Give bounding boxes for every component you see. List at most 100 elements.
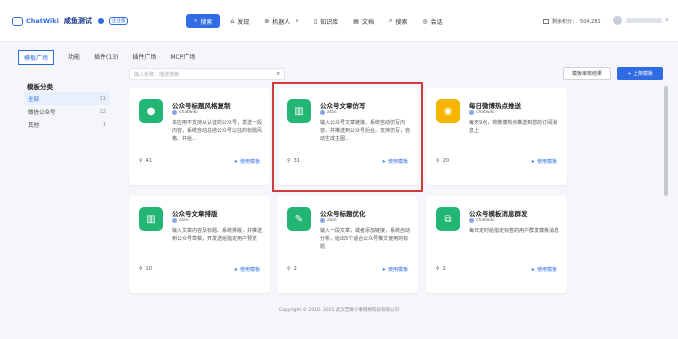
document-icon: ▤ <box>353 17 359 25</box>
nav-library[interactable]: ▯ 知识库 <box>309 14 343 28</box>
card-usage: ⚲ 10 <box>139 266 152 272</box>
tab-plugin-square[interactable]: 插件广场 <box>132 50 156 65</box>
card-author: chatwiki <box>469 218 495 223</box>
card-usage: ⚲ 41 <box>139 158 152 164</box>
account-name-blurred[interactable] <box>626 18 662 23</box>
network-icon: ⧉ <box>436 207 460 231</box>
category-count: 1 <box>102 121 106 128</box>
search-icon[interactable]: ⌕ <box>277 70 280 78</box>
points-balance: 剩余积分： 504,281 <box>543 18 601 25</box>
card-description: 每日定时给指定标签的用户群发模板消息 <box>469 228 560 234</box>
tab-functions[interactable]: 功能 <box>68 50 80 65</box>
clipboard-icon: ✎ <box>287 207 311 231</box>
category-label: 全部 <box>28 96 40 103</box>
edition-badge: 企业版 <box>108 17 129 25</box>
card-title: 公众号标题优化 <box>320 210 366 218</box>
template-card[interactable]: ✎ 公众号标题优化 alan 输入一段文章，或者添加链接，系统自动分析，给出5个… <box>277 196 418 293</box>
nav-label: 发现 <box>237 18 250 26</box>
book-icon: ▥ <box>139 207 163 231</box>
search-input[interactable]: 输入名称、描述搜索 ⌕ <box>129 68 285 80</box>
use-template-button[interactable]: ➤ 使用模板 <box>233 158 260 166</box>
chat-icon: ◎ <box>422 17 428 25</box>
use-template-button[interactable]: ➤ 使用模板 <box>531 266 557 274</box>
card-title: 每日微博热点推送 <box>469 102 521 110</box>
tab-plugins[interactable]: 插件(13) <box>94 50 118 65</box>
wallet-icon <box>543 19 549 24</box>
card-title: 公众号标题风格复制 <box>172 102 231 110</box>
nav-chat[interactable]: ◎ 会话 <box>417 14 447 28</box>
template-card[interactable]: ⧉ 公众号模板消息群发 chatwiki 每日定时给指定标签的用户群发模板消息 … <box>426 196 567 293</box>
card-usage: ⚲ 2 <box>436 266 446 272</box>
chatwiki-logo-icon <box>12 16 23 26</box>
use-template-button[interactable]: ➤ 使用模板 <box>234 266 260 274</box>
nav-label: 搜索 <box>395 18 408 26</box>
tab-template-square[interactable]: 模板广场 <box>18 50 55 65</box>
send-icon: ➤ <box>381 266 386 273</box>
points-label: 剩余积分： <box>552 19 578 25</box>
category-other[interactable]: 其他 1 <box>24 118 110 131</box>
usage-count: 10 <box>145 266 153 272</box>
template-card[interactable]: ◉ 每日微博热点推送 chatwiki 每天9点，将微博热点推送到您的订阅消息上… <box>426 88 567 185</box>
usage-count: 2 <box>293 266 297 272</box>
card-description: 本应用不支持从认证的公众号，发送一段内容，系统自动总结公众号以往的标题风格、并给… <box>172 120 263 142</box>
card-usage: ⚲ 20 <box>436 158 449 164</box>
review-result-button[interactable]: 模板审核结果 <box>563 67 611 80</box>
author-avatar-icon <box>172 110 177 115</box>
use-template-label: 使用模板 <box>239 267 260 273</box>
upload-template-button[interactable]: + 上架模板 <box>617 67 663 80</box>
category-all[interactable]: 全部 11 <box>24 92 110 105</box>
search-icon: ⌕ <box>388 17 393 24</box>
use-template-button[interactable]: ➤ 使用模板 <box>381 266 408 274</box>
users-icon: ⚲ <box>139 266 143 272</box>
chat-bubble-icon: ● <box>139 99 163 123</box>
send-icon: ➤ <box>233 158 238 165</box>
library-icon: ▯ <box>313 17 318 25</box>
category-list: 全部 11 微信公众号 12 其他 1 <box>24 92 110 131</box>
users-icon: ⚲ <box>436 266 440 272</box>
nav-search-2[interactable]: ⌕ 搜索 <box>384 14 412 28</box>
avatar[interactable] <box>613 16 622 25</box>
users-icon: ⚲ <box>287 266 291 272</box>
usage-count: 41 <box>145 158 153 164</box>
nav-robot[interactable]: ⊚ 机器人 ∨ <box>259 14 304 28</box>
use-template-label: 使用模板 <box>536 267 557 273</box>
usage-count: 20 <box>442 158 450 164</box>
discover-icon: ⌂ <box>230 17 235 25</box>
template-card[interactable]: ▥ 公众号文章排版 alan 输入文章内容及标题、系统排版，并推送到公众号草稿，… <box>129 196 270 293</box>
send-icon: ➤ <box>530 158 535 165</box>
author-name: chatwiki <box>179 110 198 115</box>
tab-bar: 模板广场 功能 插件(13) 插件广场 MCP广场 <box>18 50 195 65</box>
card-usage: ⚲ 2 <box>287 266 297 272</box>
nav-search[interactable]: ⌕ 搜索 <box>186 14 221 28</box>
scrollbar[interactable] <box>664 86 668 196</box>
settings-icon[interactable] <box>97 18 104 24</box>
nav-label: 会话 <box>430 18 443 26</box>
nav-discover[interactable]: ⌂ 发现 <box>225 14 254 28</box>
card-author: chatwiki <box>469 110 495 115</box>
top-bar: ChatWiki 咸鱼测试 企业版 ⌕ 搜索 ⌂ 发现 ⊚ 机器人 ∨ ▯ 知识… <box>0 0 678 42</box>
use-template-button[interactable]: ➤ 使用模板 <box>530 158 557 166</box>
brand-name: ChatWiki <box>26 17 59 25</box>
use-template-label: 使用模板 <box>536 159 557 165</box>
usage-count: 2 <box>442 266 446 272</box>
nav-label: 机器人 <box>272 18 291 26</box>
nav-label: 文档 <box>361 18 374 26</box>
chevron-down-icon: ∨ <box>295 18 299 24</box>
selection-highlight <box>272 82 423 192</box>
use-template-label: 使用模板 <box>239 159 260 165</box>
tab-mcp-square[interactable]: MCP广场 <box>170 50 195 65</box>
users-icon: ⚲ <box>436 158 440 164</box>
template-card[interactable]: ● 公众号标题风格复制 chatwiki 本应用不支持从认证的公众号，发送一段内… <box>129 88 270 185</box>
brand[interactable]: ChatWiki 咸鱼测试 企业版 <box>12 16 129 26</box>
category-title: 模板分类 <box>27 83 53 91</box>
footer-copyright: Copyright © 2016- 2025 武汉芝麻小事网络科技有限公司 <box>279 308 399 313</box>
card-author: alan <box>320 218 337 223</box>
chevron-down-icon[interactable]: ∨ <box>665 17 669 23</box>
search-icon: ⌕ <box>194 17 198 24</box>
author-avatar-icon <box>469 218 474 223</box>
nav-document[interactable]: ▤ 文档 <box>348 14 379 28</box>
card-title: 公众号模板消息群发 <box>469 210 528 218</box>
category-wechat[interactable]: 微信公众号 12 <box>24 105 110 118</box>
use-template-label: 使用模板 <box>387 267 408 273</box>
card-description: 输入文章内容及标题、系统排版，并推送到公众号草稿，开发送给指定用户预览 <box>172 228 263 242</box>
